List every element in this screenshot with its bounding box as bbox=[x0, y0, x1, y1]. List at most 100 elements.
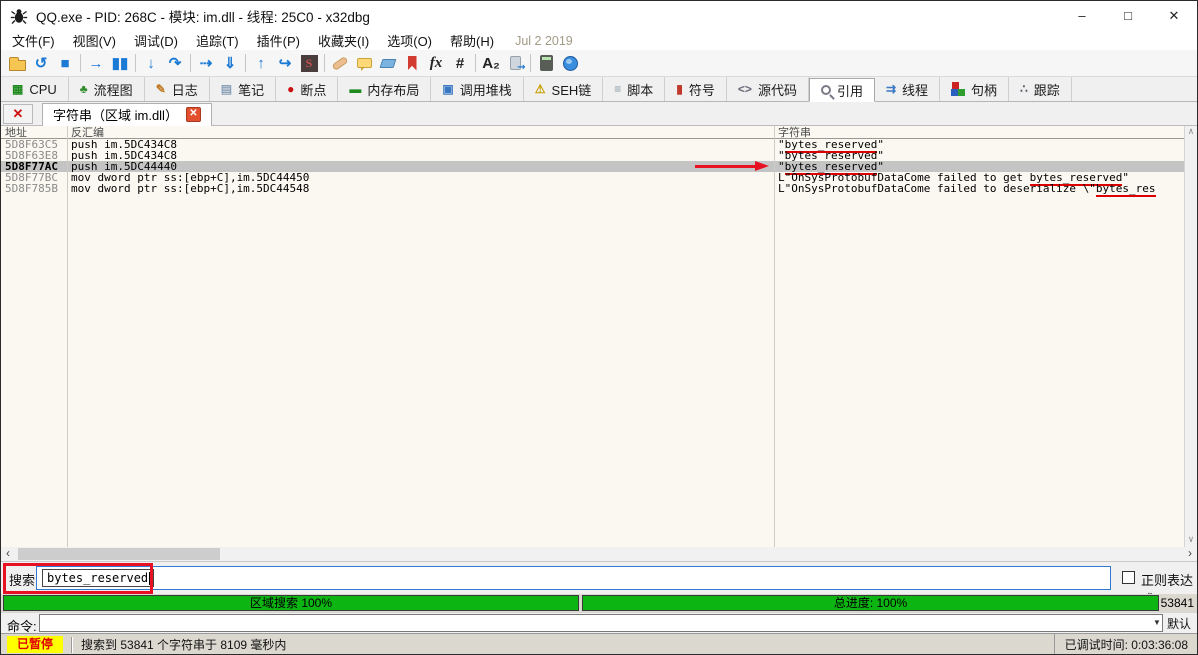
chevron-down-icon[interactable]: ▼ bbox=[1153, 618, 1161, 627]
scroll-up-icon[interactable]: ∧ bbox=[1185, 126, 1197, 139]
build-date: Jul 2 2019 bbox=[503, 33, 585, 49]
bookmarks-icon[interactable] bbox=[400, 52, 424, 74]
maximize-button[interactable]: □ bbox=[1105, 1, 1151, 31]
status-bar: 已暂停 搜索到 53841 个字符串于 8109 毫秒内 已调试时间: 0:03… bbox=[1, 633, 1197, 655]
string-prefix: L"OnSysProtobufDataCome failed to deseri… bbox=[778, 182, 1096, 195]
run-to-user-code-icon[interactable]: ↪ bbox=[273, 52, 297, 74]
menu-item[interactable]: 调试(D) bbox=[125, 30, 187, 51]
tab-label: 符号 bbox=[689, 80, 715, 99]
vertical-scrollbar[interactable]: ∧ ∨ bbox=[1184, 126, 1197, 547]
tab-label: SEH链 bbox=[552, 80, 592, 99]
scroll-right-icon[interactable]: › bbox=[1183, 547, 1197, 561]
menu-item[interactable]: 追踪(T) bbox=[187, 30, 248, 51]
patches-icon[interactable] bbox=[328, 52, 352, 74]
animate-over-icon[interactable]: ⇓ bbox=[218, 52, 242, 74]
tab-source[interactable]: <>源代码 bbox=[727, 77, 809, 101]
threads-icon: ⇉ bbox=[886, 82, 896, 96]
breakpoint-icon: ● bbox=[287, 82, 294, 96]
attach-icon[interactable] bbox=[503, 52, 527, 74]
step-over-icon[interactable]: ↷ bbox=[163, 52, 187, 74]
stop-icon[interactable]: ■ bbox=[53, 52, 77, 74]
tab-threads[interactable]: ⇉线程 bbox=[875, 77, 940, 101]
menu-item[interactable]: 文件(F) bbox=[3, 30, 64, 51]
minimize-button[interactable]: – bbox=[1059, 1, 1105, 31]
progress-row: 区域搜索 100% 总进度: 100% 53841 bbox=[1, 594, 1197, 612]
search-row: 搜索: bytes_reserved 正则表达式 bbox=[1, 562, 1197, 594]
attach-icon bbox=[510, 56, 521, 70]
comments-icon bbox=[357, 58, 372, 68]
a2-icon[interactable]: A₂ bbox=[479, 52, 503, 74]
tab-label: 内存布局 bbox=[367, 80, 419, 99]
functions-icon[interactable]: fx bbox=[424, 52, 448, 74]
open-file-icon[interactable] bbox=[5, 52, 29, 74]
menu-bar-items: 文件(F)视图(V)调试(D)追踪(T)插件(P)收藏夹(I)选项(O)帮助(H… bbox=[3, 30, 503, 51]
column-divider[interactable] bbox=[67, 126, 68, 547]
horizontal-scrollbar[interactable]: ‹ › bbox=[1, 547, 1197, 562]
red-arrow-annotation bbox=[695, 161, 771, 173]
close-button[interactable]: ✕ bbox=[1151, 1, 1197, 31]
pause-icon[interactable]: ▮▮ bbox=[108, 52, 132, 74]
step-into-icon[interactable]: ↓ bbox=[139, 52, 163, 74]
menu-item[interactable]: 选项(O) bbox=[378, 30, 441, 51]
animate-into-icon[interactable]: ⇢ bbox=[194, 52, 218, 74]
tab-trace[interactable]: ∴跟踪 bbox=[1009, 77, 1072, 101]
scrollbar-thumb[interactable] bbox=[18, 548, 220, 560]
run-icon[interactable]: → bbox=[84, 52, 108, 74]
tab-symbols[interactable]: ▮符号 bbox=[665, 77, 727, 101]
globe-icon[interactable] bbox=[558, 52, 582, 74]
trace-icon: ∴ bbox=[1020, 82, 1028, 96]
disassembly-cell: mov dword ptr ss:[ebp+C],im.5DC44548 bbox=[71, 183, 309, 194]
step-out-icon[interactable]: ↑ bbox=[249, 52, 273, 74]
graph-icon: ♣ bbox=[80, 82, 88, 96]
tab-seh-chain[interactable]: ⚠SEH链 bbox=[524, 77, 604, 101]
tab-label: 笔记 bbox=[238, 80, 264, 99]
statusbar-divider bbox=[71, 637, 73, 653]
scroll-left-icon[interactable]: ‹ bbox=[1, 547, 15, 561]
menu-item[interactable]: 视图(V) bbox=[64, 30, 125, 51]
toolbar-separator bbox=[80, 54, 81, 72]
close-all-tabs-button[interactable]: ✕ bbox=[3, 104, 33, 124]
tab-references[interactable]: 引用 bbox=[809, 78, 875, 102]
region-search-progressbar: 区域搜索 100% bbox=[3, 595, 579, 611]
labels-icon[interactable] bbox=[376, 52, 400, 74]
script-icon: ≡ bbox=[614, 82, 621, 96]
command-label: 命令: bbox=[7, 616, 37, 635]
string-cell: L"OnSysProtobufDataCome failed to deseri… bbox=[778, 183, 1156, 194]
table-row[interactable]: 5D8F63E8push im.5DC434C8"bytes_reserved" bbox=[1, 150, 1197, 161]
hash-icon[interactable]: # bbox=[448, 52, 472, 74]
source-code-icon: <> bbox=[738, 82, 752, 96]
debug-time: 已调试时间: 0:03:36:08 bbox=[1054, 634, 1194, 655]
references-magnifier-icon bbox=[821, 85, 831, 95]
menu-item[interactable]: 插件(P) bbox=[248, 30, 309, 51]
tab-memory-map[interactable]: ▬ 内存布局 bbox=[338, 77, 431, 101]
table-row[interactable]: 5D8F63C5push im.5DC434C8"bytes_reserved" bbox=[1, 139, 1197, 150]
tab-log[interactable]: ✎日志 bbox=[145, 77, 210, 101]
patches-icon bbox=[331, 56, 348, 71]
comments-icon[interactable] bbox=[352, 52, 376, 74]
memory-map-icon: ▬ bbox=[349, 82, 361, 96]
command-input[interactable] bbox=[39, 614, 1163, 632]
tab-breakpoints[interactable]: ●断点 bbox=[276, 77, 338, 101]
result-count: 53841 bbox=[1161, 596, 1194, 610]
menu-item[interactable]: 帮助(H) bbox=[441, 30, 503, 51]
column-divider[interactable] bbox=[774, 126, 775, 547]
call-stack-icon: ▣ bbox=[442, 82, 453, 96]
command-profile-dropdown[interactable]: 默认 bbox=[1167, 615, 1197, 632]
menu-item[interactable]: 收藏夹(I) bbox=[309, 30, 378, 51]
log-syscalls-icon[interactable]: S bbox=[297, 52, 321, 74]
calculator-icon[interactable] bbox=[534, 52, 558, 74]
tab-call-stack[interactable]: ▣调用堆栈 bbox=[431, 77, 523, 101]
strings-document-tab[interactable]: 字符串（区域 im.dll） ✕ bbox=[42, 103, 212, 126]
tab-handles[interactable]: 句柄 bbox=[940, 77, 1009, 101]
table-row[interactable]: 5D8F785Bmov dword ptr ss:[ebp+C],im.5DC4… bbox=[1, 183, 1197, 194]
toolbar: ↺■ →▮▮ ↓↷ ⇢⇓ ↑↪Sfx# A₂ bbox=[1, 50, 1197, 77]
tab-script[interactable]: ≡脚本 bbox=[603, 77, 665, 101]
restart-icon[interactable]: ↺ bbox=[29, 52, 53, 74]
regex-checkbox[interactable] bbox=[1122, 571, 1135, 584]
tab-notes[interactable]: ▤笔记 bbox=[210, 77, 276, 101]
tab-cpu[interactable]: ▦CPU bbox=[1, 77, 69, 101]
tab-close-icon[interactable]: ✕ bbox=[186, 107, 201, 122]
search-input[interactable]: bytes_reserved bbox=[36, 566, 1111, 590]
tab-graph[interactable]: ♣流程图 bbox=[69, 77, 145, 101]
toolbar-separator bbox=[324, 54, 325, 72]
